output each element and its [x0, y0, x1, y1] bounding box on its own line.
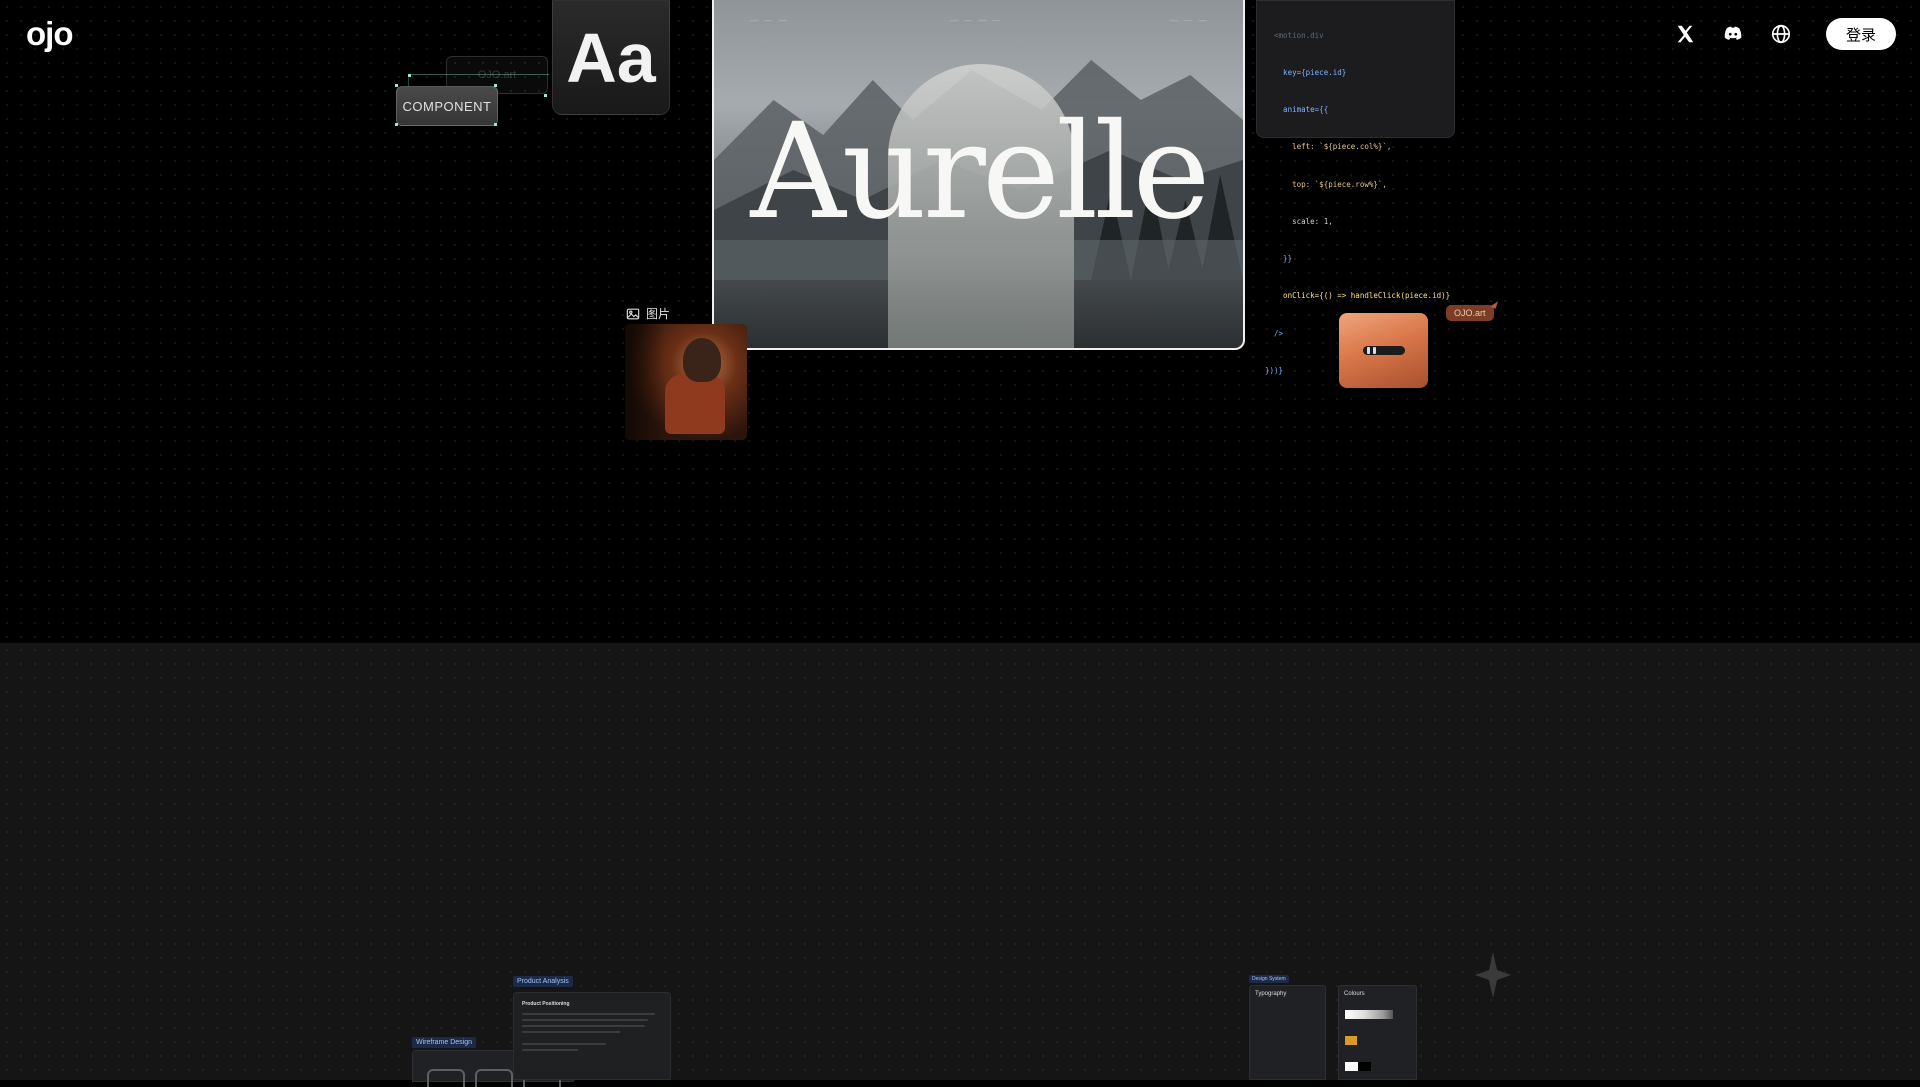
x-icon[interactable] — [1672, 21, 1698, 47]
globe-icon[interactable] — [1768, 21, 1794, 47]
selection-handle — [494, 84, 497, 87]
selection-handle — [408, 74, 411, 77]
swatch-greys — [1345, 1010, 1393, 1019]
phone-wireframe — [475, 1069, 513, 1087]
logo-text: ojo — [26, 15, 73, 52]
code-line: scale: 1, — [1265, 216, 1333, 226]
typeface-card[interactable]: Aa — [552, 0, 670, 115]
typography-card[interactable]: Typography — [1249, 985, 1326, 1080]
painting-shadow — [625, 324, 665, 440]
code-snippet-card[interactable]: <motion.div key={piece.id} animate={{ le… — [1256, 0, 1455, 375]
text-line — [522, 1031, 620, 1033]
component-chip[interactable]: COMPONENT — [396, 86, 498, 126]
typeface-sample: Aa — [566, 18, 656, 97]
wireframe-label: Wireframe Design — [412, 1037, 477, 1048]
ojo-tag: OJO.art — [1446, 305, 1494, 321]
colours-heading: Colours — [1344, 991, 1365, 997]
swatch-bw — [1345, 1062, 1371, 1071]
product-analysis-label: Product Analysis — [513, 976, 573, 987]
lower-canvas — [0, 643, 1920, 1080]
logo[interactable]: ojo — [26, 15, 73, 53]
swatch-orange — [1345, 1036, 1357, 1045]
phone-wireframe — [427, 1069, 465, 1087]
painting-thumbnail[interactable] — [625, 324, 747, 440]
sparkle-icon — [1475, 952, 1511, 998]
ghost-nav-item: — — — — — [950, 16, 1003, 25]
product-analysis-card[interactable]: Product Positioning — [513, 992, 671, 1080]
painting-figure-head — [683, 338, 721, 382]
hero-image-card[interactable]: — — — — — — — — — — Aurelle — [712, 0, 1245, 350]
code-line: key={piece.id} — [1265, 68, 1347, 78]
text-line — [522, 1025, 646, 1027]
selection-handle — [395, 84, 398, 87]
typography-heading: Typography — [1255, 991, 1287, 997]
image-icon — [626, 308, 640, 319]
text-line — [522, 1049, 578, 1051]
design-system-label: Design System — [1249, 975, 1289, 983]
image-node-label: 图片 — [626, 305, 670, 322]
selection-handle — [395, 123, 398, 126]
image-label-text: 图片 — [646, 307, 671, 321]
code-line: <motion.div — [1265, 30, 1324, 40]
ghost-nav-item: — — — — [750, 16, 789, 25]
code-line: animate={{ — [1265, 105, 1329, 115]
code-line: onClick={() => handleClick(piece.id)} — [1265, 291, 1451, 301]
top-actions: 登录 — [1672, 18, 1896, 50]
app-preview-card[interactable] — [1339, 313, 1428, 388]
selection-handle — [494, 123, 497, 126]
code-line: left: `${piece.col%}`, — [1265, 142, 1392, 152]
text-line — [522, 1019, 648, 1021]
login-button[interactable]: 登录 — [1825, 18, 1896, 50]
code-line: top: `${piece.row%}`, — [1265, 179, 1387, 189]
ghost-nav-item: — — — — [1170, 16, 1209, 25]
selection-handle — [544, 94, 547, 97]
colours-card[interactable]: Colours — [1338, 985, 1417, 1080]
text-line — [522, 1043, 606, 1045]
product-heading: Product Positioning — [522, 1001, 570, 1007]
text-line — [522, 1013, 655, 1015]
brand-title: Aurelle — [750, 95, 1210, 249]
toolbar-pill — [1363, 346, 1405, 355]
painting-figure-body — [665, 374, 725, 434]
discord-icon[interactable] — [1720, 21, 1746, 47]
code-line: }} — [1265, 254, 1293, 264]
